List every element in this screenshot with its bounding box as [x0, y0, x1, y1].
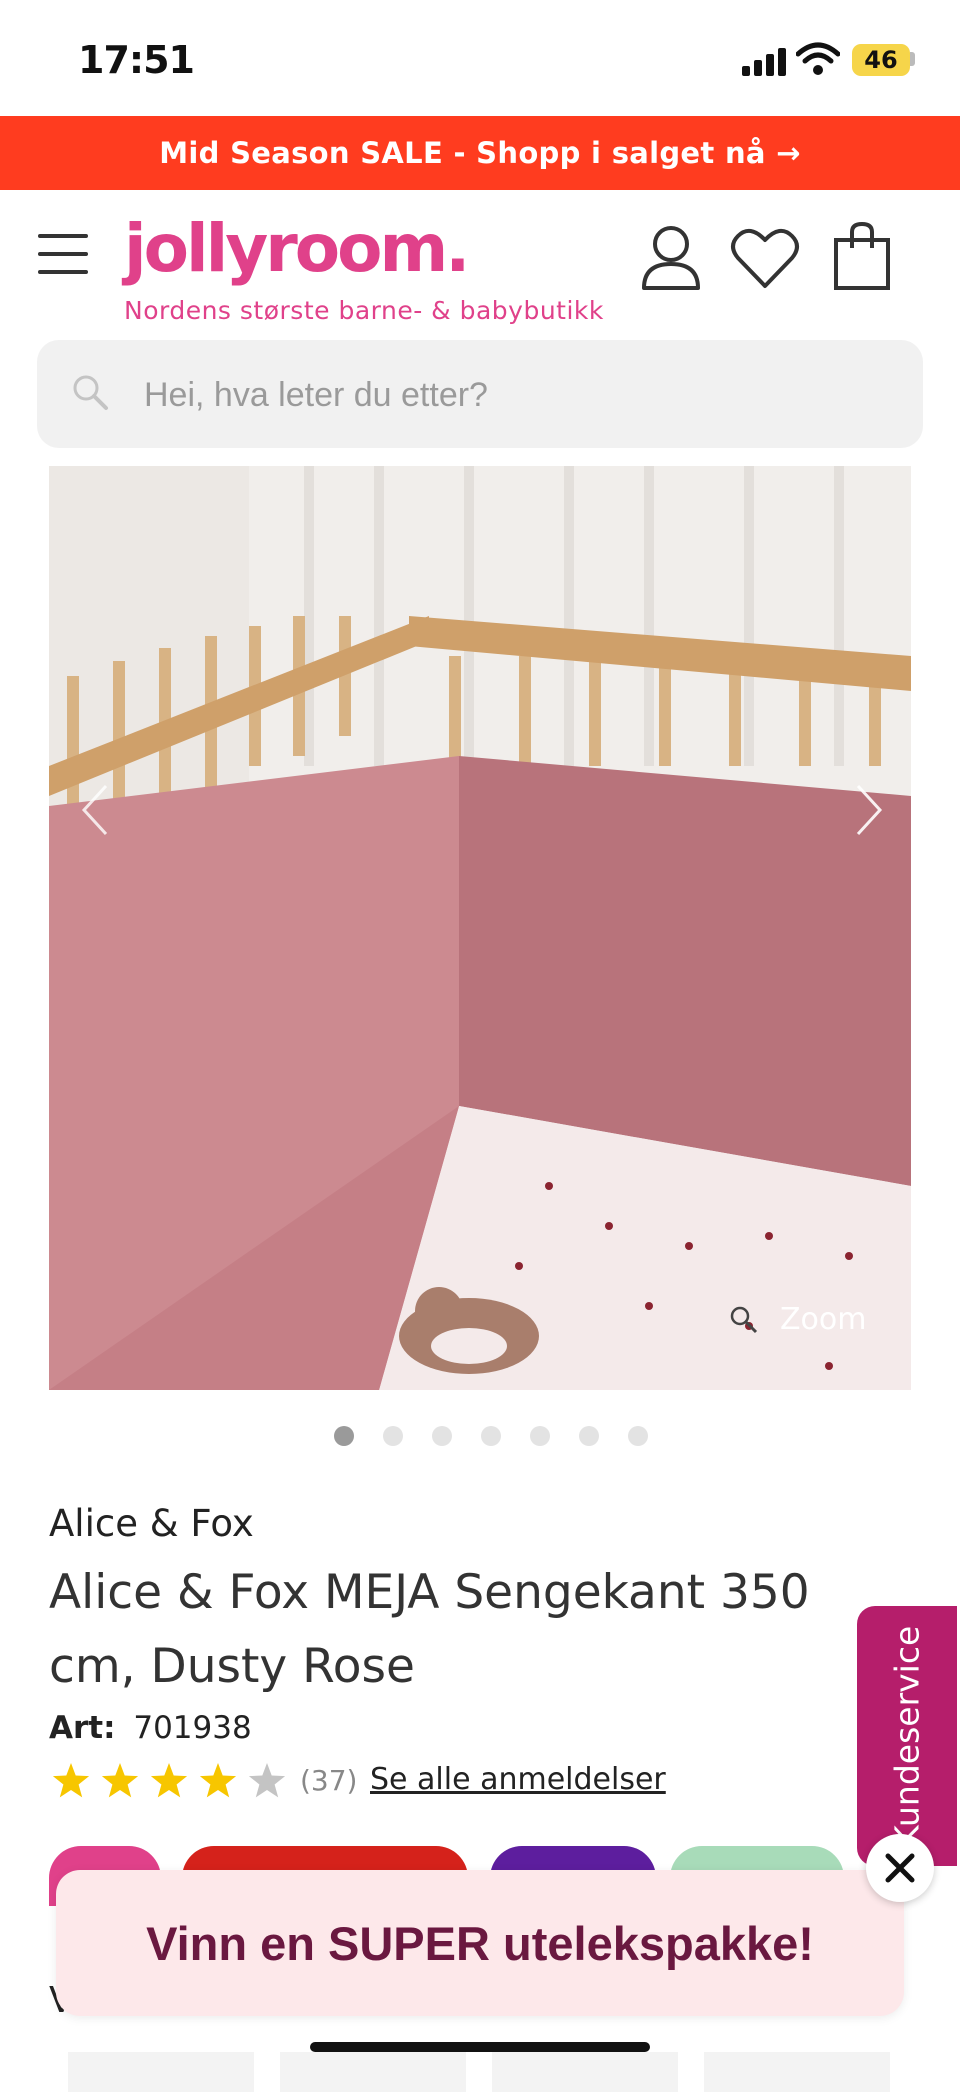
- gallery-dot[interactable]: [334, 1426, 354, 1446]
- customer-service-label: Kundeservice: [887, 1625, 927, 1847]
- promo-banner[interactable]: Mid Season SALE - Shopp i salget nå →: [0, 116, 960, 190]
- gallery-dot[interactable]: [628, 1426, 648, 1446]
- user-icon[interactable]: [638, 222, 704, 292]
- gallery-dots: [330, 1426, 650, 1446]
- search-icon: [73, 375, 108, 410]
- battery-tip: [910, 52, 915, 66]
- product-brand[interactable]: Alice & Fox: [49, 1502, 254, 1545]
- bag-icon[interactable]: [832, 222, 892, 292]
- zoom-button[interactable]: Zoom: [728, 1300, 888, 1340]
- star-icon: [52, 1763, 90, 1798]
- gallery-dot[interactable]: [383, 1426, 403, 1446]
- product-title: Alice & Fox MEJA Sengekant 350 cm, Dusty…: [49, 1565, 810, 1694]
- rating-stars[interactable]: [49, 1760, 299, 1804]
- zoom-label: Zoom: [780, 1302, 867, 1337]
- battery-indicator: 46: [852, 44, 910, 76]
- star-icon: [101, 1763, 139, 1798]
- star-icon: [199, 1763, 237, 1798]
- menu-icon[interactable]: [38, 234, 88, 274]
- article-label: Art:: [49, 1710, 116, 1746]
- review-count: (37): [300, 1764, 358, 1797]
- heart-icon[interactable]: [730, 222, 800, 292]
- product-card[interactable]: [68, 2052, 254, 2092]
- product-card[interactable]: [280, 2052, 466, 2092]
- see-all-reviews-link[interactable]: Se alle anmeldelser: [370, 1762, 666, 1797]
- next-arrow-icon[interactable]: [848, 780, 888, 840]
- article-number: Art: 701938: [49, 1710, 252, 1746]
- home-indicator: [310, 2042, 650, 2052]
- gallery-dot[interactable]: [579, 1426, 599, 1446]
- tagline: Nordens største barne- & babybutikk: [124, 296, 604, 325]
- article-value: 701938: [133, 1710, 252, 1746]
- star-icon: [248, 1763, 286, 1798]
- product-image[interactable]: [49, 466, 911, 1390]
- close-button[interactable]: [866, 1834, 934, 1902]
- wifi-icon: [796, 42, 840, 75]
- product-card[interactable]: [492, 2052, 678, 2092]
- logo[interactable]: jollyroom.: [124, 212, 470, 286]
- star-icon: [150, 1763, 188, 1798]
- popup-text[interactable]: Vinn en SUPER utelekspakke!: [56, 1870, 904, 2016]
- gallery-dot[interactable]: [530, 1426, 550, 1446]
- gallery-dot[interactable]: [432, 1426, 452, 1446]
- gallery-dot[interactable]: [481, 1426, 501, 1446]
- prev-arrow-icon[interactable]: [76, 780, 116, 840]
- signal-icon: [742, 46, 788, 76]
- status-time: 17:51: [78, 38, 195, 82]
- product-card[interactable]: [704, 2052, 890, 2092]
- search-input[interactable]: [142, 364, 886, 426]
- zoom-icon: [730, 1306, 758, 1334]
- close-icon: [885, 1853, 915, 1883]
- promo-text: Mid Season SALE - Shopp i salget nå →: [159, 136, 801, 170]
